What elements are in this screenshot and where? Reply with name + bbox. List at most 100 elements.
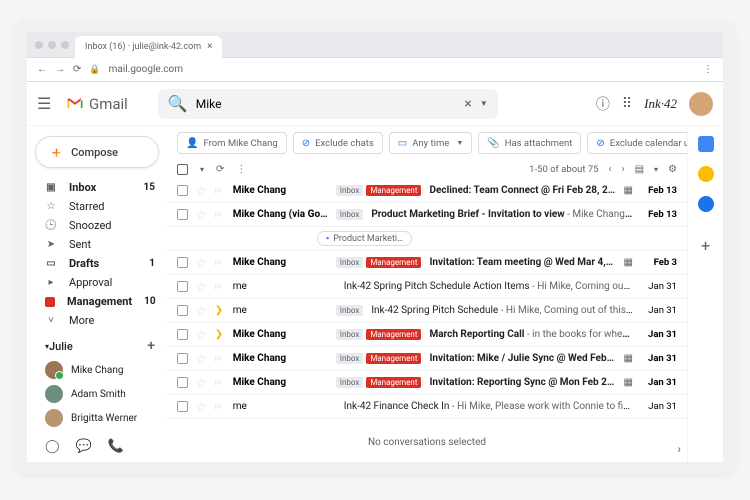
hangouts-chat-icon[interactable]: 💬 <box>76 439 92 454</box>
nav-item-inbox[interactable]: ▣Inbox15 <box>27 178 167 197</box>
email-row[interactable]: ☆❯meInboxInk-42 Spring Pitch Schedule - … <box>167 299 687 323</box>
contact-item[interactable]: Brigitta Werner <box>27 406 167 430</box>
row-checkbox[interactable] <box>177 185 188 196</box>
importance-icon[interactable]: ▻ <box>215 185 225 196</box>
addons-plus-icon[interactable]: + <box>701 236 710 255</box>
clear-search-icon[interactable]: × <box>464 96 471 112</box>
email-row[interactable]: ☆▻meInk-42 Spring Pitch Schedule Action … <box>167 275 687 299</box>
expand-panel-icon[interactable]: › <box>677 442 681 456</box>
importance-icon[interactable]: ▻ <box>215 353 225 364</box>
forward-icon[interactable]: → <box>55 64 65 75</box>
star-icon[interactable]: ☆ <box>196 304 207 318</box>
select-all-checkbox[interactable] <box>177 164 188 175</box>
importance-icon[interactable]: ▻ <box>215 401 225 412</box>
url-text[interactable]: mail.google.com <box>109 64 695 75</box>
sender: Mike Chang <box>233 377 328 388</box>
help-icon[interactable]: ⓘ <box>596 94 610 114</box>
row-checkbox[interactable] <box>177 281 188 292</box>
nav-item-management[interactable]: Management10 <box>27 292 167 311</box>
star-icon[interactable]: ☆ <box>196 376 207 390</box>
nav-item-snoozed[interactable]: 🕒Snoozed <box>27 216 167 235</box>
hangouts-phone-icon[interactable]: 📞 <box>108 439 124 454</box>
row-checkbox[interactable] <box>177 353 188 364</box>
new-chat-icon[interactable]: + <box>147 338 155 354</box>
row-checkbox[interactable] <box>177 401 188 412</box>
apps-grid-icon[interactable]: ⠿ <box>622 96 632 112</box>
attachment-chip[interactable]: ▪Product Marketi… <box>317 231 412 246</box>
back-icon[interactable]: ← <box>37 64 47 75</box>
account-avatar[interactable] <box>689 92 713 116</box>
compose-button[interactable]: + Compose <box>35 136 159 168</box>
split-pane-icon[interactable]: ▤ <box>635 164 644 175</box>
importance-icon[interactable]: ▻ <box>215 257 225 268</box>
search-input[interactable] <box>196 97 457 111</box>
tab-close-icon[interactable]: × <box>207 41 212 52</box>
nav-item-more[interactable]: ˅More <box>27 311 167 330</box>
email-row[interactable]: ☆▻Mike Chang (via Goo…InboxProduct Marke… <box>167 203 687 227</box>
split-caret-icon[interactable]: ▾ <box>654 165 658 174</box>
next-page-icon[interactable]: › <box>622 164 625 175</box>
email-row[interactable]: ☆▻Mike ChangInboxManagementDeclined: Tea… <box>167 179 687 203</box>
refresh-icon[interactable]: ⟳ <box>216 164 224 175</box>
filter-chip[interactable]: 👤From Mike Chang <box>177 132 287 154</box>
contact-item[interactable]: Adam Smith <box>27 382 167 406</box>
label-management: Management <box>366 257 421 268</box>
importance-icon[interactable]: ▻ <box>215 281 225 292</box>
empty-state-text: No conversations selected <box>167 423 687 462</box>
row-checkbox[interactable] <box>177 305 188 316</box>
row-checkbox[interactable] <box>177 209 188 220</box>
nav-item-sent[interactable]: ➤Sent <box>27 235 167 254</box>
contact-item[interactable]: Mike Chang <box>27 358 167 382</box>
row-checkbox[interactable] <box>177 377 188 388</box>
subject: March Reporting Call - in the books for … <box>429 329 633 340</box>
chip-label: Any time <box>412 138 449 149</box>
email-row[interactable]: ☆▻Mike ChangInboxManagementInvitation: T… <box>167 251 687 275</box>
email-row[interactable]: ☆▻meInk-42 Finance Check In - Hi Mike, P… <box>167 395 687 419</box>
reload-icon[interactable]: ⟳ <box>73 64 81 75</box>
importance-icon[interactable]: ❯ <box>215 305 225 316</box>
calendar-addon-icon[interactable] <box>698 136 714 152</box>
star-icon[interactable]: ☆ <box>196 400 207 414</box>
filter-chip[interactable]: 📎Has attachment <box>478 132 581 154</box>
more-actions-icon[interactable]: ⋮ <box>236 164 246 175</box>
filter-chip[interactable]: ⊘Exclude chats <box>293 132 383 154</box>
nav-item-approval[interactable]: ▸Approval <box>27 273 167 292</box>
gmail-logo[interactable]: Gmail <box>65 94 128 114</box>
hangouts-person-icon[interactable]: ◯ <box>45 439 60 454</box>
settings-gear-icon[interactable]: ⚙ <box>668 164 677 175</box>
window-controls[interactable] <box>35 41 69 49</box>
search-box[interactable]: 🔍 × ▼ <box>158 89 498 119</box>
nav-item-starred[interactable]: ☆Starred <box>27 197 167 216</box>
more-icon: ˅ <box>45 315 57 326</box>
labels: InboxManagement <box>336 377 422 388</box>
row-checkbox[interactable] <box>177 329 188 340</box>
prev-page-icon[interactable]: ‹ <box>609 164 612 175</box>
email-row[interactable]: ☆▻Mike ChangInboxManagementInvitation: R… <box>167 371 687 395</box>
hamburger-icon[interactable]: ☰ <box>37 94 55 113</box>
star-icon[interactable]: ☆ <box>196 184 207 198</box>
pagination-info: 1-50 of about 75 <box>529 164 598 175</box>
search-options-icon[interactable]: ▼ <box>480 99 488 108</box>
email-row[interactable]: ☆❯Mike ChangInboxManagementMarch Reporti… <box>167 323 687 347</box>
keep-addon-icon[interactable] <box>698 166 714 182</box>
star-icon[interactable]: ☆ <box>196 208 207 222</box>
star-icon[interactable]: ☆ <box>196 328 207 342</box>
label-inbox: Inbox <box>336 209 364 220</box>
select-caret-icon[interactable]: ▾ <box>200 165 204 174</box>
importance-icon[interactable]: ❯ <box>215 329 225 340</box>
browser-tab[interactable]: Inbox (16) · julie@ink-42.com × <box>75 36 222 58</box>
tasks-addon-icon[interactable] <box>698 196 714 212</box>
filter-chip[interactable]: ▭Any time▼ <box>389 132 472 154</box>
nav-item-drafts[interactable]: ▭Drafts1 <box>27 254 167 273</box>
star-icon[interactable]: ☆ <box>196 352 207 366</box>
sidebar: + Compose ▣Inbox15☆Starred🕒Snoozed➤Sent▭… <box>27 126 167 462</box>
filter-chip[interactable]: ⊘Exclude calendar updates <box>587 132 687 154</box>
star-icon[interactable]: ☆ <box>196 256 207 270</box>
importance-icon[interactable]: ▻ <box>215 209 225 220</box>
row-checkbox[interactable] <box>177 257 188 268</box>
browser-menu-icon[interactable]: ⋮ <box>703 64 713 75</box>
email-row[interactable]: ☆▻Mike ChangInboxManagementInvitation: M… <box>167 347 687 371</box>
star-icon[interactable]: ☆ <box>196 280 207 294</box>
chip-label: Exclude chats <box>315 138 374 149</box>
importance-icon[interactable]: ▻ <box>215 377 225 388</box>
